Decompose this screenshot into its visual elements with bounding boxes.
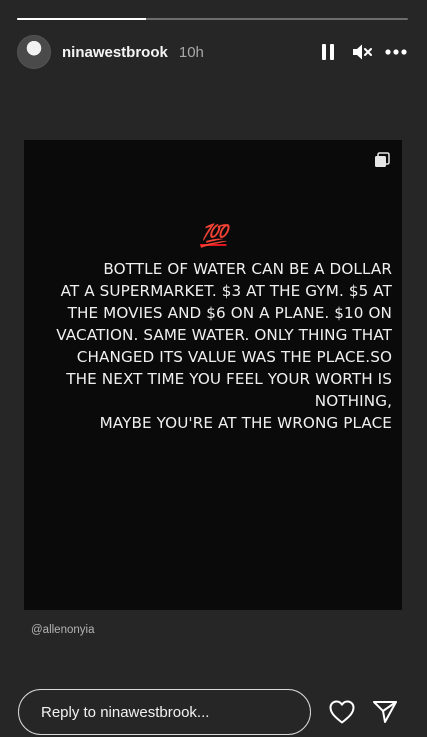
story-viewer: ninawestbrook 10h 💯 BOTTLE OF WATER CAN …: [0, 0, 427, 737]
like-button[interactable]: [326, 696, 358, 728]
muted-speaker-icon: [353, 44, 372, 60]
multiple-images-icon: [374, 152, 390, 173]
share-button[interactable]: [369, 696, 401, 728]
story-header: ninawestbrook 10h: [17, 34, 408, 70]
post-quote-text: BOTTLE OF WATER CAN BE A DOLLAR AT A SUP…: [56, 260, 392, 432]
time-ago: 10h: [178, 43, 204, 61]
mute-button[interactable]: [350, 40, 374, 64]
post-author-handle[interactable]: @allenonyia: [31, 624, 94, 636]
username[interactable]: ninawestbrook: [62, 44, 168, 61]
reply-actions: [326, 696, 401, 728]
avatar[interactable]: [17, 35, 51, 69]
story-post-image[interactable]: 💯 BOTTLE OF WATER CAN BE A DOLLAR AT A S…: [24, 140, 402, 610]
heart-icon: [329, 700, 355, 724]
hundred-points-icon: 💯: [200, 224, 227, 249]
story-controls: [316, 40, 408, 64]
more-dots-icon: [385, 49, 407, 55]
pause-icon: [322, 44, 334, 60]
send-icon: [373, 701, 397, 723]
story-progress-fill: [17, 18, 147, 20]
reply-input[interactable]: Reply to ninawestbrook...: [18, 689, 311, 735]
more-options-button[interactable]: [384, 40, 408, 64]
story-progress-bar: [17, 18, 408, 20]
reply-placeholder: Reply to ninawestbrook...: [41, 703, 210, 721]
pause-button[interactable]: [316, 40, 340, 64]
